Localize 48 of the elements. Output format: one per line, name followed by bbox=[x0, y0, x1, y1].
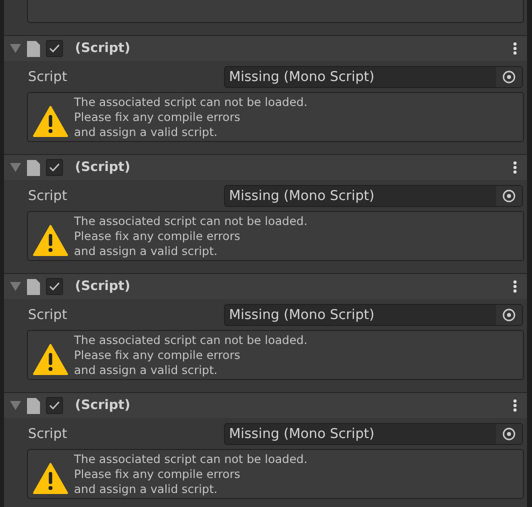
foldout-arrow-icon[interactable] bbox=[10, 44, 21, 53]
script-field[interactable]: Missing (Mono Script) bbox=[224, 423, 523, 445]
script-field[interactable]: Missing (Mono Script) bbox=[224, 185, 523, 207]
check-icon bbox=[49, 163, 60, 172]
field-label: Script bbox=[28, 188, 68, 204]
component-title: (Script) bbox=[75, 41, 132, 56]
field-label: Script bbox=[28, 307, 68, 323]
object-picker-icon[interactable] bbox=[496, 424, 522, 444]
file-icon bbox=[27, 398, 40, 414]
warning-message: The associated script can not be loaded. Please fix any compile errors and assign a valid script. bbox=[74, 214, 308, 259]
enable-checkbox[interactable] bbox=[46, 159, 63, 176]
component-header[interactable]: (Script) bbox=[4, 155, 527, 180]
field-label: Script bbox=[28, 426, 68, 442]
object-picker-icon[interactable] bbox=[496, 305, 522, 325]
more-icon[interactable] bbox=[513, 161, 517, 174]
more-icon[interactable] bbox=[513, 42, 517, 55]
warning-icon bbox=[33, 344, 68, 375]
script-field[interactable]: Missing (Mono Script) bbox=[224, 66, 523, 88]
script-field[interactable]: Missing (Mono Script) bbox=[224, 304, 523, 326]
warning-message: The associated script can not be loaded. Please fix any compile errors and assign a valid script. bbox=[74, 452, 308, 497]
component-title: (Script) bbox=[75, 160, 132, 175]
check-icon bbox=[49, 44, 60, 53]
warning-message: The associated script can not be loaded. Please fix any compile errors and assign a valid script. bbox=[74, 333, 308, 378]
foldout-arrow-icon[interactable] bbox=[10, 163, 21, 172]
enable-checkbox[interactable] bbox=[46, 278, 63, 295]
component-header[interactable]: (Script) bbox=[4, 36, 527, 61]
component-title: (Script) bbox=[75, 398, 132, 413]
object-picker-icon[interactable] bbox=[496, 186, 522, 206]
warning-message: The associated script can not be loaded. Please fix any compile errors and assign a valid script. bbox=[74, 95, 308, 140]
file-icon bbox=[27, 278, 40, 294]
component-header[interactable]: (Script) bbox=[4, 274, 527, 299]
check-icon bbox=[49, 401, 60, 410]
component-header[interactable]: (Script) bbox=[4, 393, 527, 418]
warning-icon bbox=[33, 106, 68, 137]
check-icon bbox=[49, 282, 60, 291]
file-icon bbox=[27, 40, 40, 56]
enable-checkbox[interactable] bbox=[46, 397, 63, 414]
object-picker-icon[interactable] bbox=[496, 67, 522, 87]
more-icon[interactable] bbox=[513, 280, 517, 293]
foldout-arrow-icon[interactable] bbox=[10, 401, 21, 410]
warning-icon bbox=[33, 225, 68, 256]
file-icon bbox=[27, 160, 40, 176]
enable-checkbox[interactable] bbox=[46, 40, 63, 57]
foldout-arrow-icon[interactable] bbox=[10, 282, 21, 291]
more-icon[interactable] bbox=[513, 399, 517, 412]
warning-icon bbox=[33, 463, 68, 494]
field-label: Script bbox=[28, 69, 68, 85]
component-title: (Script) bbox=[75, 279, 132, 294]
